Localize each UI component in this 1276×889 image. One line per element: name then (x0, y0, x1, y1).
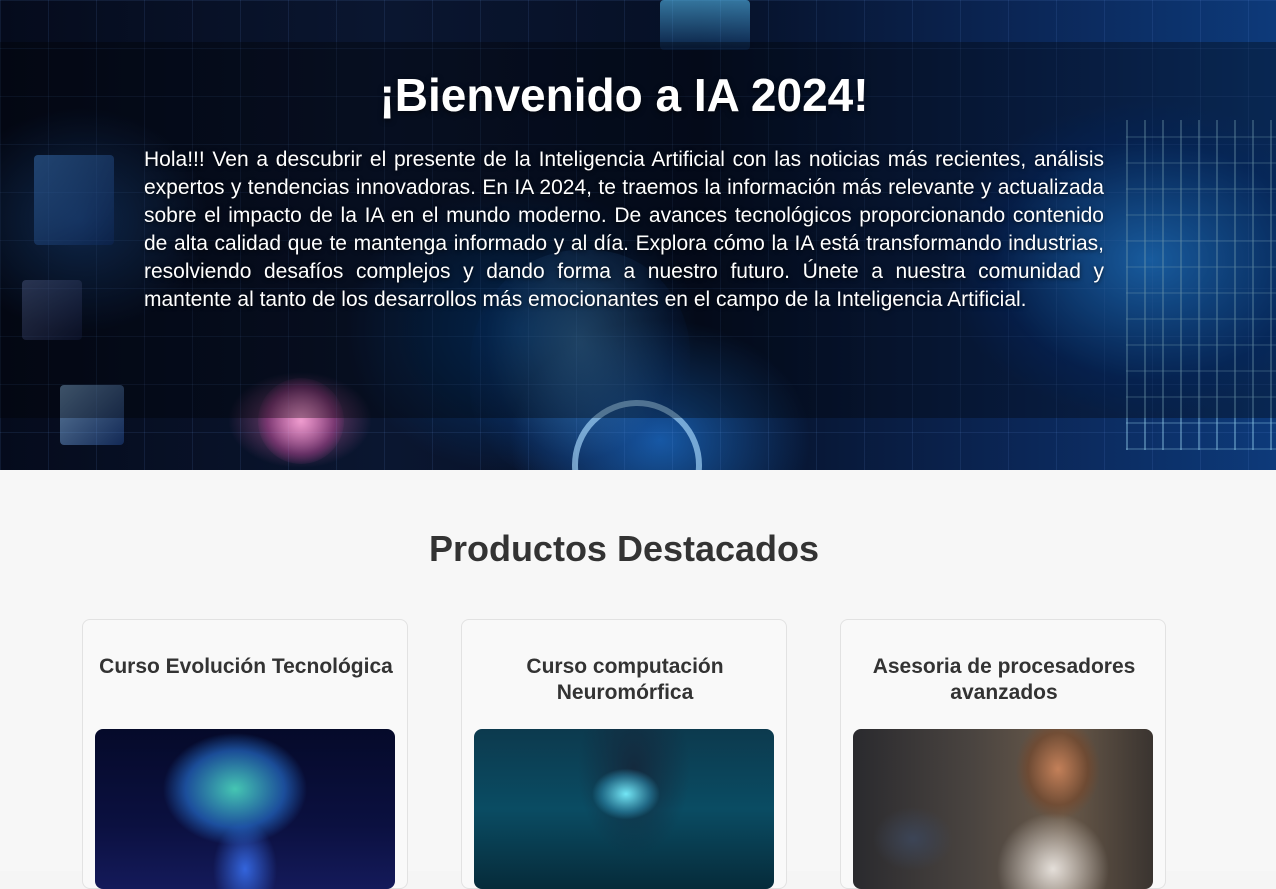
product-card-title: Asesoria de procesadores avanzados (872, 655, 1136, 704)
product-card[interactable]: Curso Evolución Tecnológica (82, 619, 408, 889)
woman-with-tablet-image (853, 729, 1153, 889)
businessman-digital-brain-image (474, 729, 774, 889)
hero-content: ¡Bienvenido a IA 2024! Hola!!! Ven a des… (144, 68, 1104, 314)
hero-title: ¡Bienvenido a IA 2024! (379, 69, 869, 121)
hero-banner: ¡Bienvenido a IA 2024! Hola!!! Ven a des… (0, 0, 1276, 470)
product-card-title: Curso computación Neuromórfica (526, 655, 724, 704)
section-title: Productos Destacados (428, 528, 820, 569)
product-card[interactable]: Asesoria de procesadores avanzados (840, 619, 1166, 889)
featured-products-section: Productos Destacados Curso Evolución Tec… (0, 470, 1276, 889)
brain-hologram-image (95, 729, 395, 889)
product-card-title: Curso Evolución Tecnológica (99, 655, 393, 678)
hero-description: Hola!!! Ven a descubrir el presente de l… (144, 148, 1104, 311)
product-card[interactable]: Curso computación Neuromórfica (461, 619, 787, 889)
